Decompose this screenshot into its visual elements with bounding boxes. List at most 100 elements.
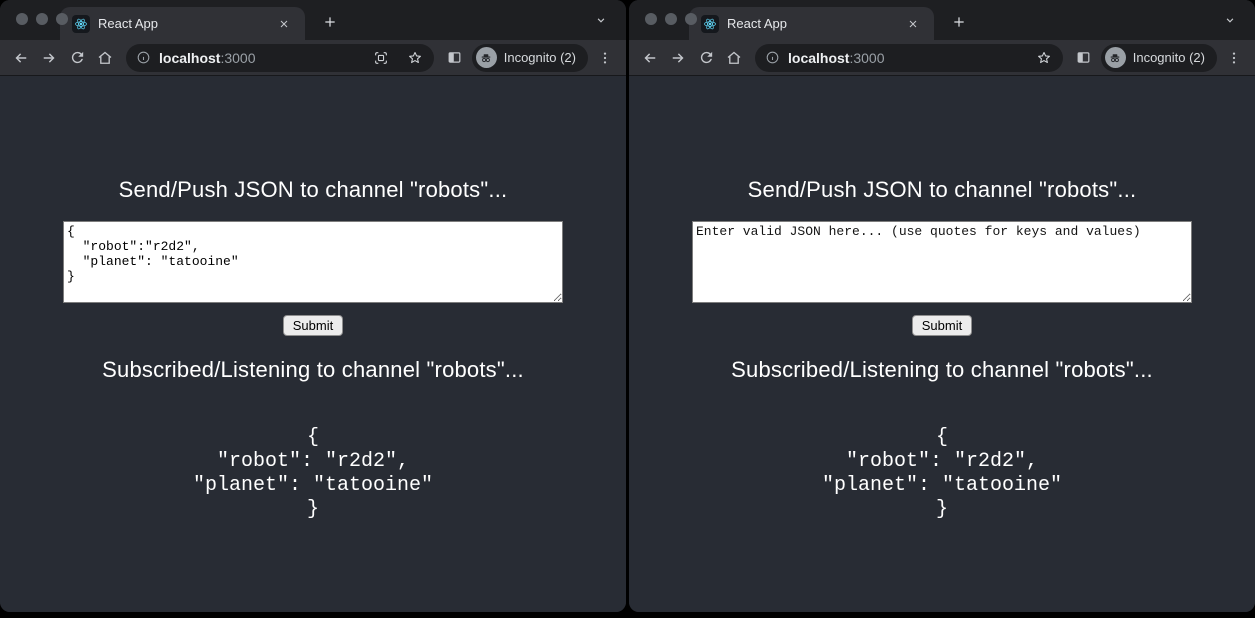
reload-button[interactable] — [693, 45, 719, 71]
bookmark-star-button[interactable] — [402, 45, 428, 71]
incognito-icon — [479, 51, 493, 65]
send-heading: Send/Push JSON to channel "robots"... — [0, 177, 626, 203]
window-zoom-button[interactable] — [685, 13, 697, 25]
toolbar: localhost:3000 — [629, 40, 1255, 76]
bookmark-star-button[interactable] — [1031, 45, 1057, 71]
menu-button[interactable] — [592, 45, 618, 71]
url-text[interactable]: localhost:3000 — [159, 50, 360, 66]
output-line: { — [629, 426, 1255, 450]
tab-search-button[interactable] — [1217, 7, 1243, 33]
forward-icon — [40, 49, 58, 67]
window-close-button[interactable] — [16, 13, 28, 25]
back-button[interactable] — [637, 45, 663, 71]
output-line: "robot": "r2d2", — [0, 450, 626, 474]
json-input[interactable] — [692, 221, 1192, 303]
json-output: { "robot": "r2d2", "planet": "tatooine" … — [629, 426, 1255, 522]
json-input[interactable]: { "robot":"r2d2", "planet": "tatooine" } — [63, 221, 563, 303]
kebab-menu-icon — [597, 50, 613, 66]
reload-icon — [698, 49, 715, 66]
back-button[interactable] — [8, 45, 34, 71]
output-line: } — [629, 498, 1255, 522]
new-tab-button[interactable] — [317, 9, 343, 35]
close-icon — [907, 18, 919, 30]
url-port: :3000 — [849, 50, 884, 66]
kebab-menu-icon — [1226, 50, 1242, 66]
toolbar: localhost:3000 — [0, 40, 626, 76]
url-port: :3000 — [220, 50, 255, 66]
forward-icon — [669, 49, 687, 67]
forward-button[interactable] — [36, 45, 62, 71]
traffic-lights — [645, 13, 697, 25]
output-line: "planet": "tatooine" — [629, 474, 1255, 498]
tab-close-button[interactable] — [273, 13, 295, 35]
reload-button[interactable] — [64, 45, 90, 71]
submit-button[interactable]: Submit — [283, 315, 343, 336]
traffic-lights — [16, 13, 68, 25]
browser-tab[interactable]: React App — [60, 7, 305, 40]
incognito-badge[interactable]: Incognito (2) — [472, 44, 588, 72]
output-line: "planet": "tatooine" — [0, 474, 626, 498]
chevron-down-icon — [594, 13, 608, 27]
incognito-icon — [1108, 51, 1122, 65]
site-info-icon[interactable] — [765, 50, 780, 65]
submit-button[interactable]: Submit — [912, 315, 972, 336]
incognito-label: Incognito (2) — [1133, 50, 1205, 65]
tab-search-button[interactable] — [588, 7, 614, 33]
side-panel-button[interactable] — [1071, 45, 1097, 71]
window-zoom-button[interactable] — [56, 13, 68, 25]
side-panel-button[interactable] — [442, 45, 468, 71]
react-logo-icon — [701, 15, 719, 33]
tab-strip: React App — [0, 0, 626, 40]
json-output: { "robot": "r2d2", "planet": "tatooine" … — [0, 426, 626, 522]
window-close-button[interactable] — [645, 13, 657, 25]
window-minimize-button[interactable] — [665, 13, 677, 25]
url-text[interactable]: localhost:3000 — [788, 50, 1023, 66]
url-host: localhost — [788, 50, 849, 66]
address-bar[interactable]: localhost:3000 — [126, 44, 434, 72]
menu-button[interactable] — [1221, 45, 1247, 71]
browser-window-left: React App — [0, 0, 626, 612]
window-minimize-button[interactable] — [36, 13, 48, 25]
side-panel-icon — [446, 49, 463, 66]
close-icon — [278, 18, 290, 30]
tab-strip: React App — [629, 0, 1255, 40]
new-tab-button[interactable] — [946, 9, 972, 35]
plus-icon — [322, 14, 338, 30]
tab-title: React App — [727, 16, 894, 31]
back-icon — [12, 49, 30, 67]
address-bar[interactable]: localhost:3000 — [755, 44, 1063, 72]
home-button[interactable] — [92, 45, 118, 71]
page-content: Send/Push JSON to channel "robots"... Su… — [629, 76, 1255, 612]
site-info-icon[interactable] — [136, 50, 151, 65]
incognito-avatar — [1105, 47, 1126, 68]
reload-icon — [69, 49, 86, 66]
listen-heading: Subscribed/Listening to channel "robots"… — [0, 357, 626, 383]
browser-tab[interactable]: React App — [689, 7, 934, 40]
home-button[interactable] — [721, 45, 747, 71]
capture-region-icon — [373, 50, 389, 66]
listen-heading: Subscribed/Listening to channel "robots"… — [629, 357, 1255, 383]
plus-icon — [951, 14, 967, 30]
home-icon — [725, 49, 743, 67]
incognito-badge[interactable]: Incognito (2) — [1101, 44, 1217, 72]
star-icon — [1036, 50, 1052, 66]
back-icon — [641, 49, 659, 67]
output-line: } — [0, 498, 626, 522]
react-logo-icon — [72, 15, 90, 33]
side-panel-icon — [1075, 49, 1092, 66]
incognito-avatar — [476, 47, 497, 68]
home-icon — [96, 49, 114, 67]
tab-title: React App — [98, 16, 265, 31]
browser-window-right: React App — [629, 0, 1255, 612]
star-icon — [407, 50, 423, 66]
output-line: "robot": "r2d2", — [629, 450, 1255, 474]
incognito-label: Incognito (2) — [504, 50, 576, 65]
tab-close-button[interactable] — [902, 13, 924, 35]
output-line: { — [0, 426, 626, 450]
url-host: localhost — [159, 50, 220, 66]
forward-button[interactable] — [665, 45, 691, 71]
capture-region-button[interactable] — [368, 45, 394, 71]
page-content: Send/Push JSON to channel "robots"... { … — [0, 76, 626, 612]
chevron-down-icon — [1223, 13, 1237, 27]
send-heading: Send/Push JSON to channel "robots"... — [629, 177, 1255, 203]
